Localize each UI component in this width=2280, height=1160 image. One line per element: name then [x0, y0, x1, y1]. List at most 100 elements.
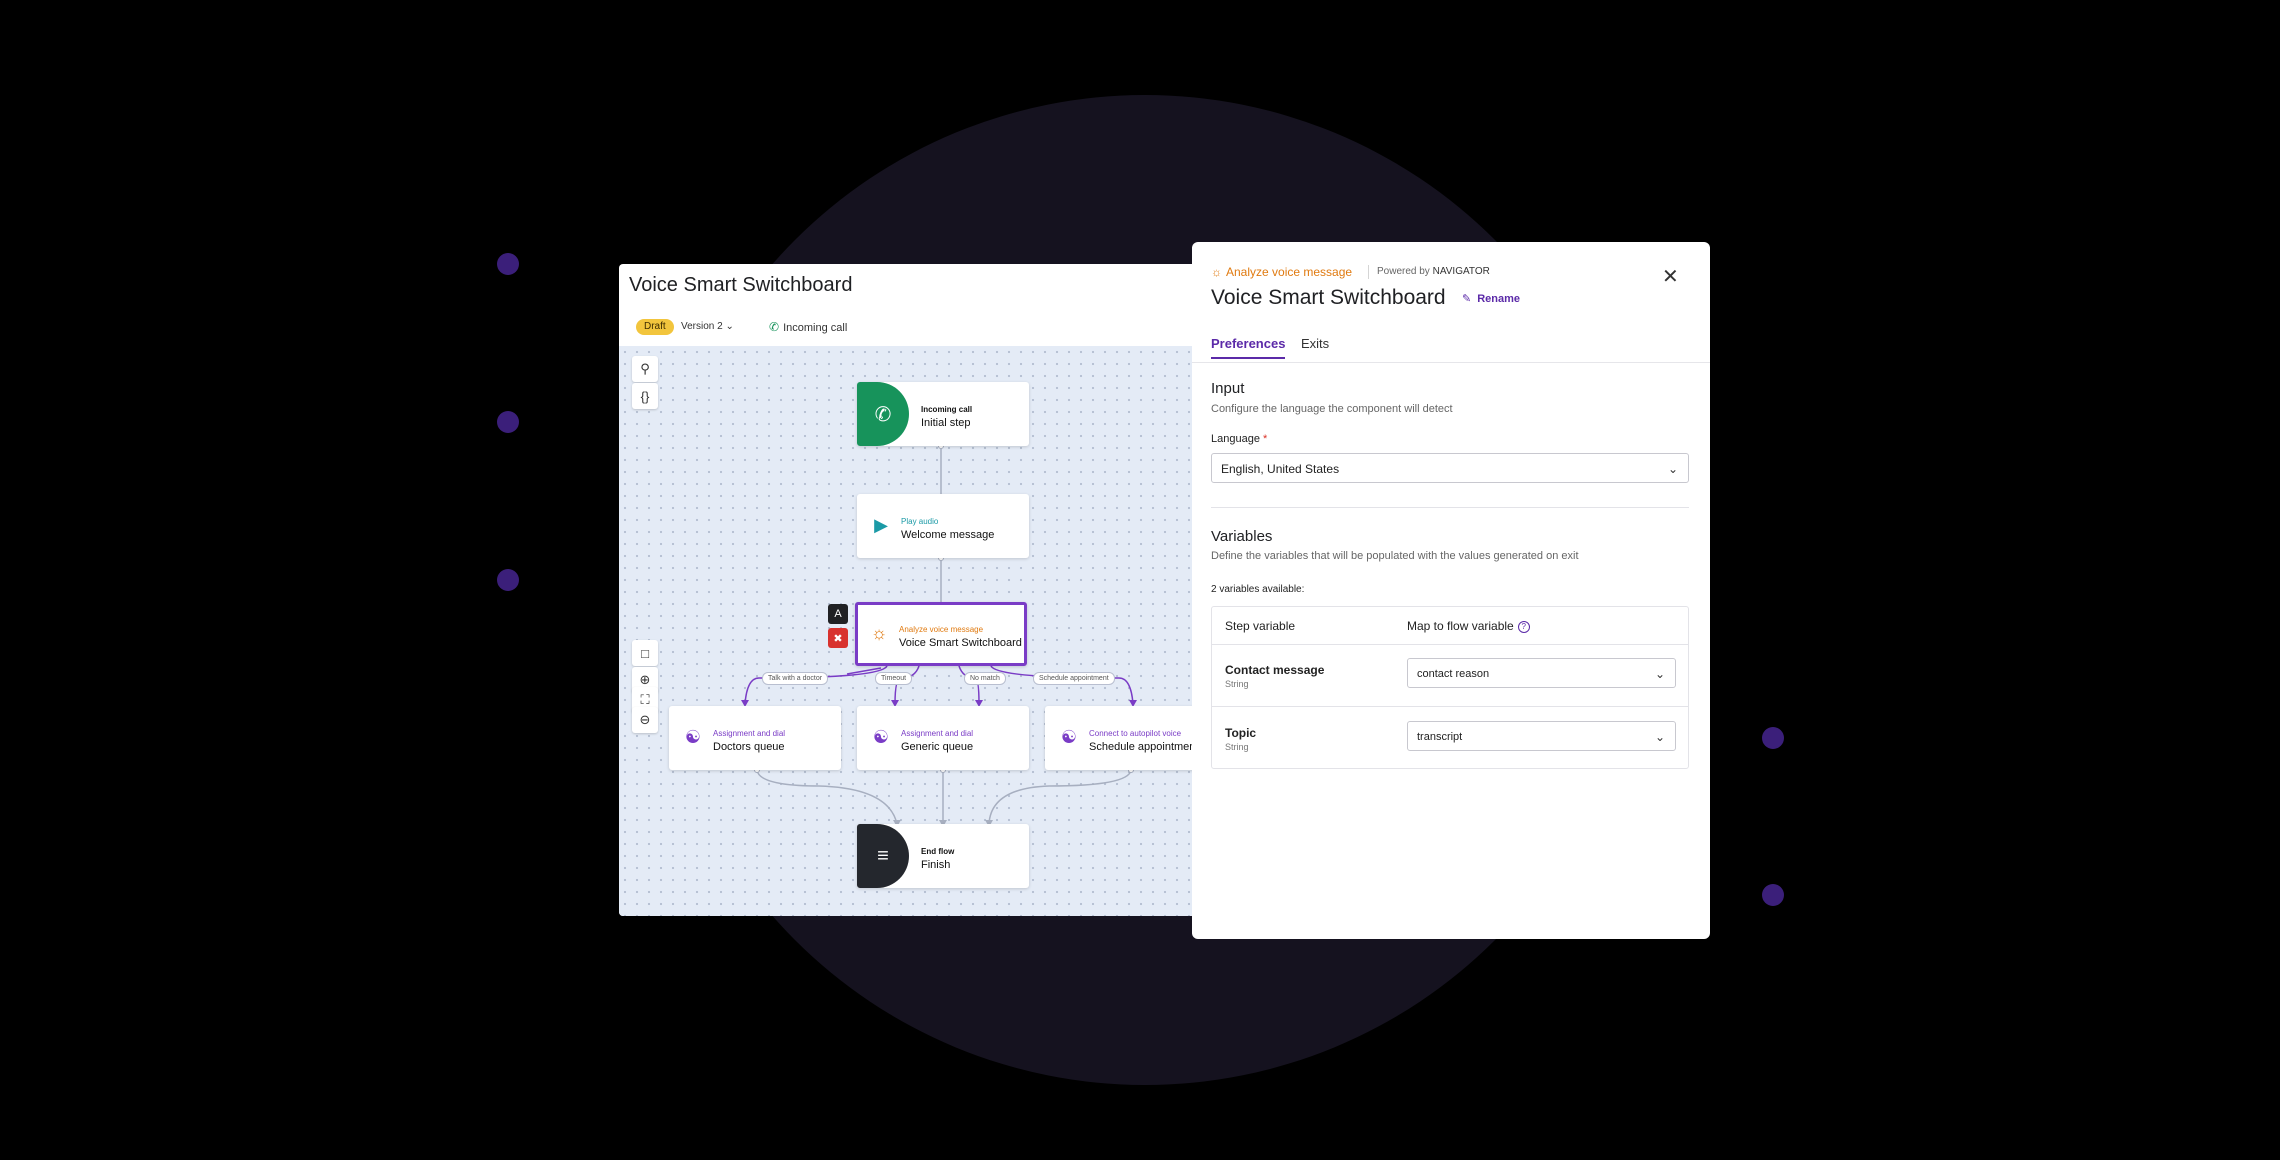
flow-variable-select[interactable]: contact reason ⌄ — [1407, 658, 1676, 688]
variables-description: Define the variables that will be popula… — [1211, 550, 1579, 562]
component-kind: ☼ Analyze voice message — [1211, 265, 1353, 279]
flow-title: Voice Smart Switchboard — [629, 274, 853, 296]
variable-type: String — [1225, 742, 1249, 752]
language-label: Language * — [1211, 433, 1268, 445]
node-kind: Assignment and dial — [713, 729, 786, 738]
input-description: Configure the language the component wil… — [1211, 403, 1453, 415]
table-header: Step variable Map to flow variable? — [1212, 607, 1688, 645]
version-select[interactable]: Version 2 ⌄ — [681, 319, 734, 335]
chevron-down-icon: ⌄ — [1667, 462, 1678, 476]
braces-icon: {} — [640, 388, 650, 404]
decor-dot — [1762, 727, 1784, 749]
divider — [1211, 507, 1689, 508]
chevron-down-icon: ⌄ — [725, 321, 734, 332]
zoom-out-button[interactable]: ⊖ — [632, 707, 658, 733]
variable-name: Topic — [1225, 726, 1257, 740]
variables-count: 2 variables available: — [1211, 584, 1305, 595]
phone-icon: ✆ — [769, 320, 780, 334]
delete-node-button[interactable]: ✖ — [828, 628, 848, 648]
rename-button[interactable]: ✎ Rename — [1462, 289, 1520, 309]
flow-builder-window: Voice Smart Switchboard Draft Version 2 … — [619, 264, 1199, 916]
node-kind: Play audio — [901, 517, 939, 526]
flow-variable-select[interactable]: transcript ⌄ — [1407, 721, 1676, 751]
node-kind: Analyze voice message — [899, 625, 984, 634]
node-analyze-voice[interactable]: ☼ Analyze voice message Voice Smart Swit… — [855, 602, 1027, 666]
agent-icon: ☯ — [1060, 726, 1078, 747]
comment-icon: □ — [641, 645, 649, 661]
analyze-icon: ☼ — [870, 622, 888, 643]
analyze-icon: ☼ — [1211, 265, 1222, 279]
flow-variable-value: contact reason — [1417, 668, 1490, 680]
end-flow-icon: ≡ — [857, 824, 909, 888]
node-name: Doctors queue — [713, 741, 785, 753]
variable-name: Contact message — [1225, 663, 1325, 677]
node-autopilot[interactable]: ☯ Connect to autopilot voice Schedule ap… — [1045, 706, 1199, 770]
node-name: Voice Smart Switchboard — [899, 637, 1022, 649]
node-name: Generic queue — [901, 741, 974, 753]
table-row: Topic String transcript ⌄ — [1212, 707, 1688, 769]
delete-icon: ✖ — [833, 632, 843, 645]
separator — [1368, 265, 1369, 279]
trigger-tab-label: Incoming call — [783, 322, 848, 334]
status-badge: Draft — [636, 319, 674, 335]
tab-preferences[interactable]: Preferences — [1211, 332, 1286, 359]
variable-type: String — [1225, 679, 1249, 689]
rename-node-button[interactable]: A — [828, 604, 848, 624]
edge-doctors-end — [756, 769, 898, 825]
node-kind: End flow — [921, 847, 955, 856]
variables-table: Step variable Map to flow variable? Cont… — [1211, 606, 1689, 769]
decor-dot — [1762, 884, 1784, 906]
phone-icon: ✆ — [857, 382, 909, 446]
node-doctors-queue[interactable]: ☯ Assignment and dial Doctors queue — [669, 706, 841, 770]
node-kind: Assignment and dial — [901, 729, 974, 738]
input-heading: Input — [1211, 380, 1245, 397]
close-button[interactable]: ✕ — [1662, 266, 1679, 288]
agent-icon: ☯ — [684, 726, 702, 747]
decor-dot — [497, 253, 519, 275]
component-settings-panel: ☼ Analyze voice message Powered by NAVIGA… — [1192, 242, 1710, 939]
comment-button[interactable]: □ — [632, 640, 658, 666]
node-name: Finish — [921, 859, 951, 871]
help-icon[interactable]: ? — [1517, 621, 1530, 633]
node-kind: Incoming call — [921, 405, 973, 414]
decor-dot — [497, 411, 519, 433]
language-select[interactable]: English, United States ⌄ — [1211, 453, 1689, 483]
flow-canvas[interactable]: ⚲ {} □ ⊕ ⛶ ⊖ ✆ Incoming call Initial ste… — [619, 346, 1199, 916]
exit-label: Schedule appointment — [1033, 672, 1115, 685]
fit-screen-icon: ⛶ — [640, 692, 650, 707]
tab-exits[interactable]: Exits — [1301, 332, 1329, 356]
pencil-icon: ✎ — [1462, 293, 1472, 305]
node-name: Welcome message — [901, 529, 995, 541]
search-button[interactable]: ⚲ — [632, 356, 658, 382]
node-play-audio[interactable]: ▶ Play audio Welcome message — [857, 494, 1029, 558]
variables-button[interactable]: {} — [632, 383, 658, 409]
exit-label: Timeout — [875, 672, 913, 685]
trigger-tab[interactable]: ✆ Incoming call — [769, 319, 847, 336]
edge-autopilot-end — [988, 769, 1132, 825]
play-icon: ▶ — [874, 514, 888, 535]
node-end-flow[interactable]: ≡ End flow Finish — [857, 824, 1029, 888]
language-value: English, United States — [1221, 462, 1340, 476]
node-name: Initial step — [921, 417, 971, 429]
variables-heading: Variables — [1211, 528, 1273, 545]
col-step-variable: Step variable — [1225, 619, 1296, 633]
search-icon: ⚲ — [640, 361, 650, 376]
powered-by: Powered by NAVIGATOR — [1377, 266, 1490, 277]
node-incoming-call[interactable]: ✆ Incoming call Initial step — [857, 382, 1029, 446]
node-name: Schedule appointment — [1089, 741, 1199, 753]
node-generic-queue[interactable]: ☯ Assignment and dial Generic queue — [857, 706, 1029, 770]
zoom-in-icon: ⊕ — [639, 672, 651, 687]
flow-variable-value: transcript — [1417, 731, 1463, 743]
table-row: Contact message String contact reason ⌄ — [1212, 644, 1688, 707]
exit-label: Talk with a doctor — [762, 672, 829, 685]
exit-label: No match — [964, 672, 1006, 685]
close-icon: ✕ — [1662, 266, 1679, 288]
col-map-to-flow-variable: Map to flow variable? — [1407, 619, 1530, 633]
panel-tabs: Preferences Exits — [1192, 332, 1710, 363]
version-label: Version 2 — [681, 321, 723, 332]
decor-dot — [497, 569, 519, 591]
chevron-down-icon: ⌄ — [1654, 730, 1665, 744]
panel-title: Voice Smart Switchboard — [1211, 286, 1446, 309]
powered-by-name: NAVIGATOR — [1432, 266, 1490, 277]
chevron-down-icon: ⌄ — [1654, 667, 1665, 681]
